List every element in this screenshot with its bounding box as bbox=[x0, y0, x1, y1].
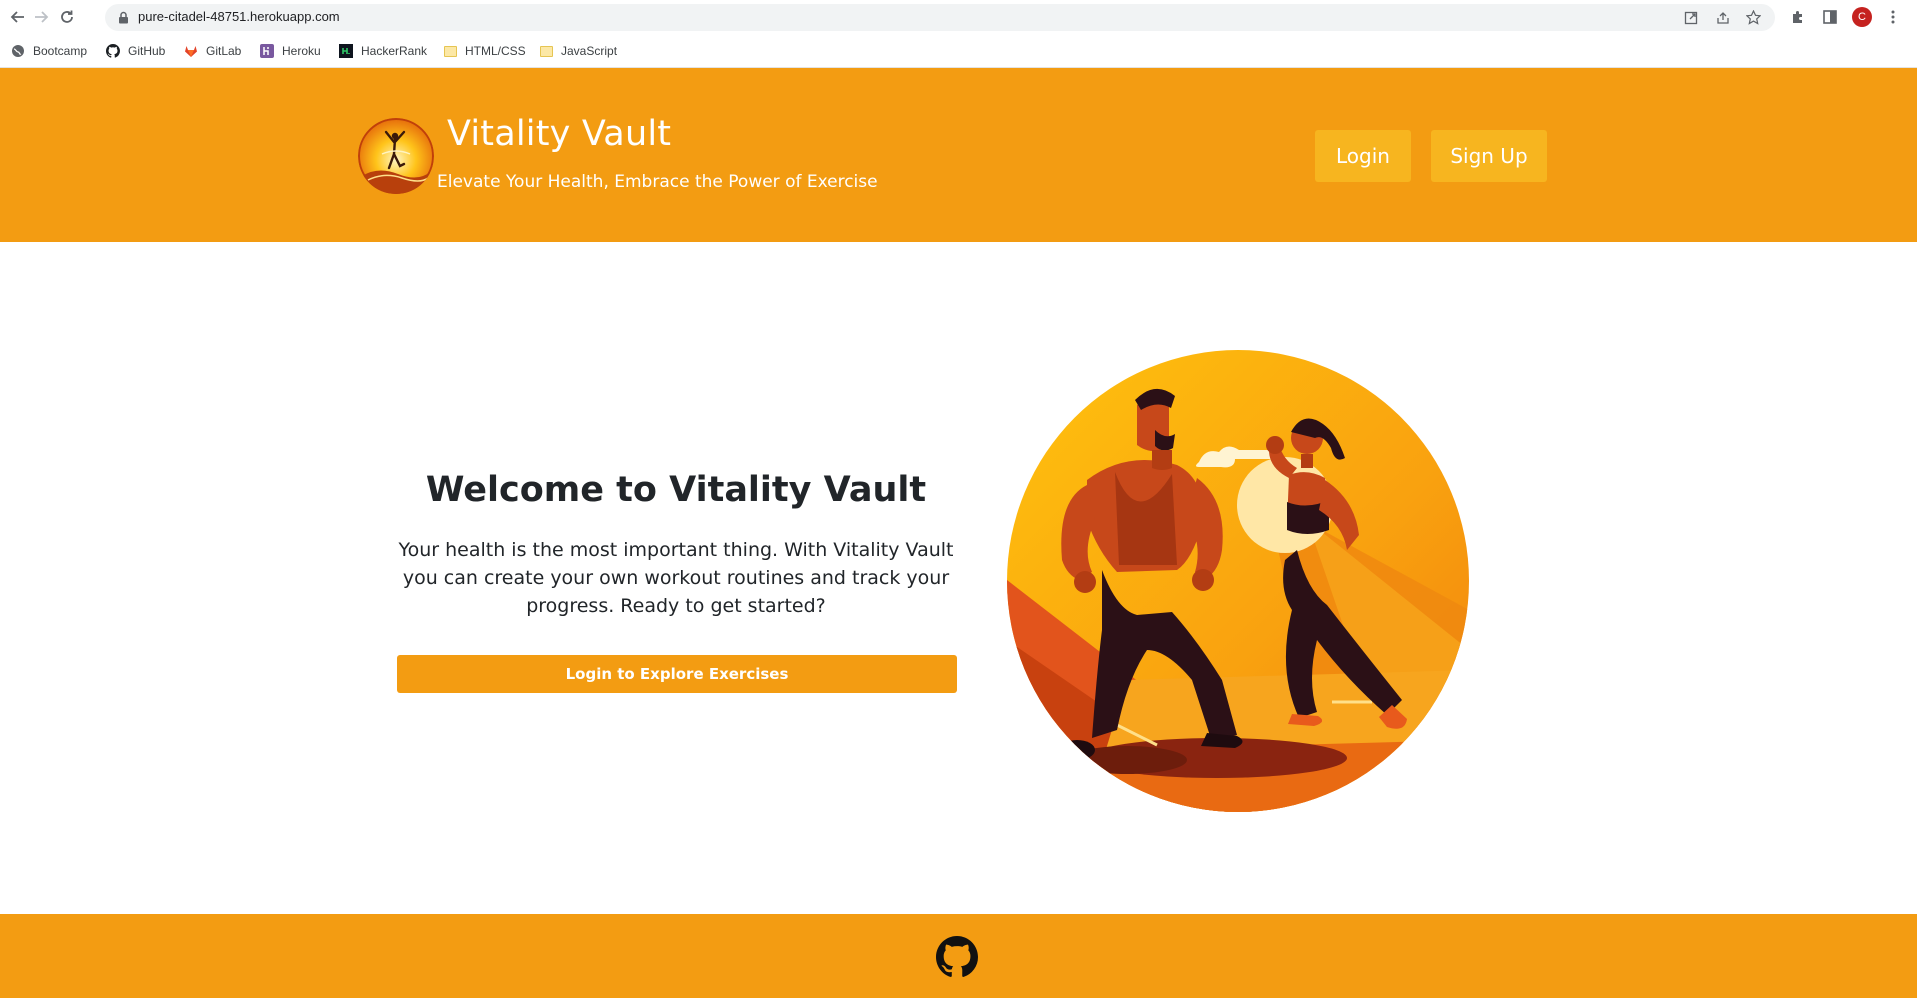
bookmark-item[interactable]: GitHub bbox=[106, 42, 165, 60]
browser-menu-icon[interactable] bbox=[1884, 8, 1902, 26]
extensions-puzzle-icon[interactable] bbox=[1789, 8, 1807, 26]
github-icon bbox=[106, 44, 120, 58]
bookmark-folder[interactable]: HTML/CSS bbox=[443, 42, 526, 60]
login-button[interactable]: Login bbox=[1315, 130, 1411, 182]
folder-icon bbox=[539, 44, 553, 58]
address-bar[interactable]: pure-citadel-48751.herokuapp.com bbox=[105, 4, 1775, 31]
bookmark-label: Bootcamp bbox=[33, 44, 88, 58]
site-tagline: Elevate Your Health, Embrace the Power o… bbox=[437, 172, 878, 192]
open-in-app-icon[interactable] bbox=[1682, 9, 1699, 26]
bookmark-item[interactable]: HackerRank bbox=[339, 42, 427, 60]
explore-exercises-button[interactable]: Login to Explore Exercises bbox=[397, 655, 957, 693]
browser-toolbar: pure-citadel-48751.herokuapp.com C bbox=[0, 0, 1917, 34]
side-panel-icon[interactable] bbox=[1821, 8, 1839, 26]
forward-arrow-icon[interactable] bbox=[31, 7, 51, 27]
bookmark-label: HackerRank bbox=[361, 44, 428, 58]
bookmark-label: Heroku bbox=[282, 44, 321, 58]
globe-icon bbox=[11, 44, 25, 58]
site-title: Vitality Vault bbox=[447, 114, 672, 154]
hackerrank-icon bbox=[339, 44, 353, 58]
site-header: Vitality Vault Elevate Your Health, Embr… bbox=[0, 68, 1917, 242]
bookmark-label: GitHub bbox=[128, 44, 166, 58]
github-icon[interactable] bbox=[936, 936, 978, 978]
share-icon[interactable] bbox=[1714, 9, 1731, 26]
lock-icon bbox=[119, 11, 128, 24]
hero-title: Welcome to Vitality Vault bbox=[425, 470, 927, 510]
folder-icon bbox=[443, 44, 457, 58]
gitlab-icon bbox=[184, 44, 198, 58]
site-footer bbox=[0, 914, 1917, 998]
hero-description: Your health is the most important thing.… bbox=[398, 539, 954, 617]
reload-icon[interactable] bbox=[57, 7, 77, 27]
bookmark-item[interactable]: GitLab bbox=[184, 42, 241, 60]
bookmark-item[interactable]: Heroku bbox=[260, 42, 321, 60]
url-text: pure-citadel-48751.herokuapp.com bbox=[138, 9, 340, 24]
bookmark-star-icon[interactable] bbox=[1745, 9, 1762, 26]
bookmark-label: HTML/CSS bbox=[465, 44, 526, 58]
profile-avatar[interactable]: C bbox=[1852, 7, 1872, 27]
bookmark-label: JavaScript bbox=[561, 44, 618, 58]
heroku-icon bbox=[260, 44, 274, 58]
bookmark-folder[interactable]: JavaScript bbox=[539, 42, 617, 60]
signup-button[interactable]: Sign Up bbox=[1431, 130, 1547, 182]
fitness-couple-illustration bbox=[1007, 350, 1469, 812]
bookmark-label: GitLab bbox=[206, 44, 242, 58]
logo-dancer-icon[interactable] bbox=[358, 118, 434, 194]
bookmarks-bar: Bootcamp GitHub GitLab Heroku HackerRank… bbox=[0, 34, 1917, 68]
back-arrow-icon[interactable] bbox=[8, 7, 28, 27]
bookmark-item[interactable]: Bootcamp bbox=[11, 42, 87, 60]
